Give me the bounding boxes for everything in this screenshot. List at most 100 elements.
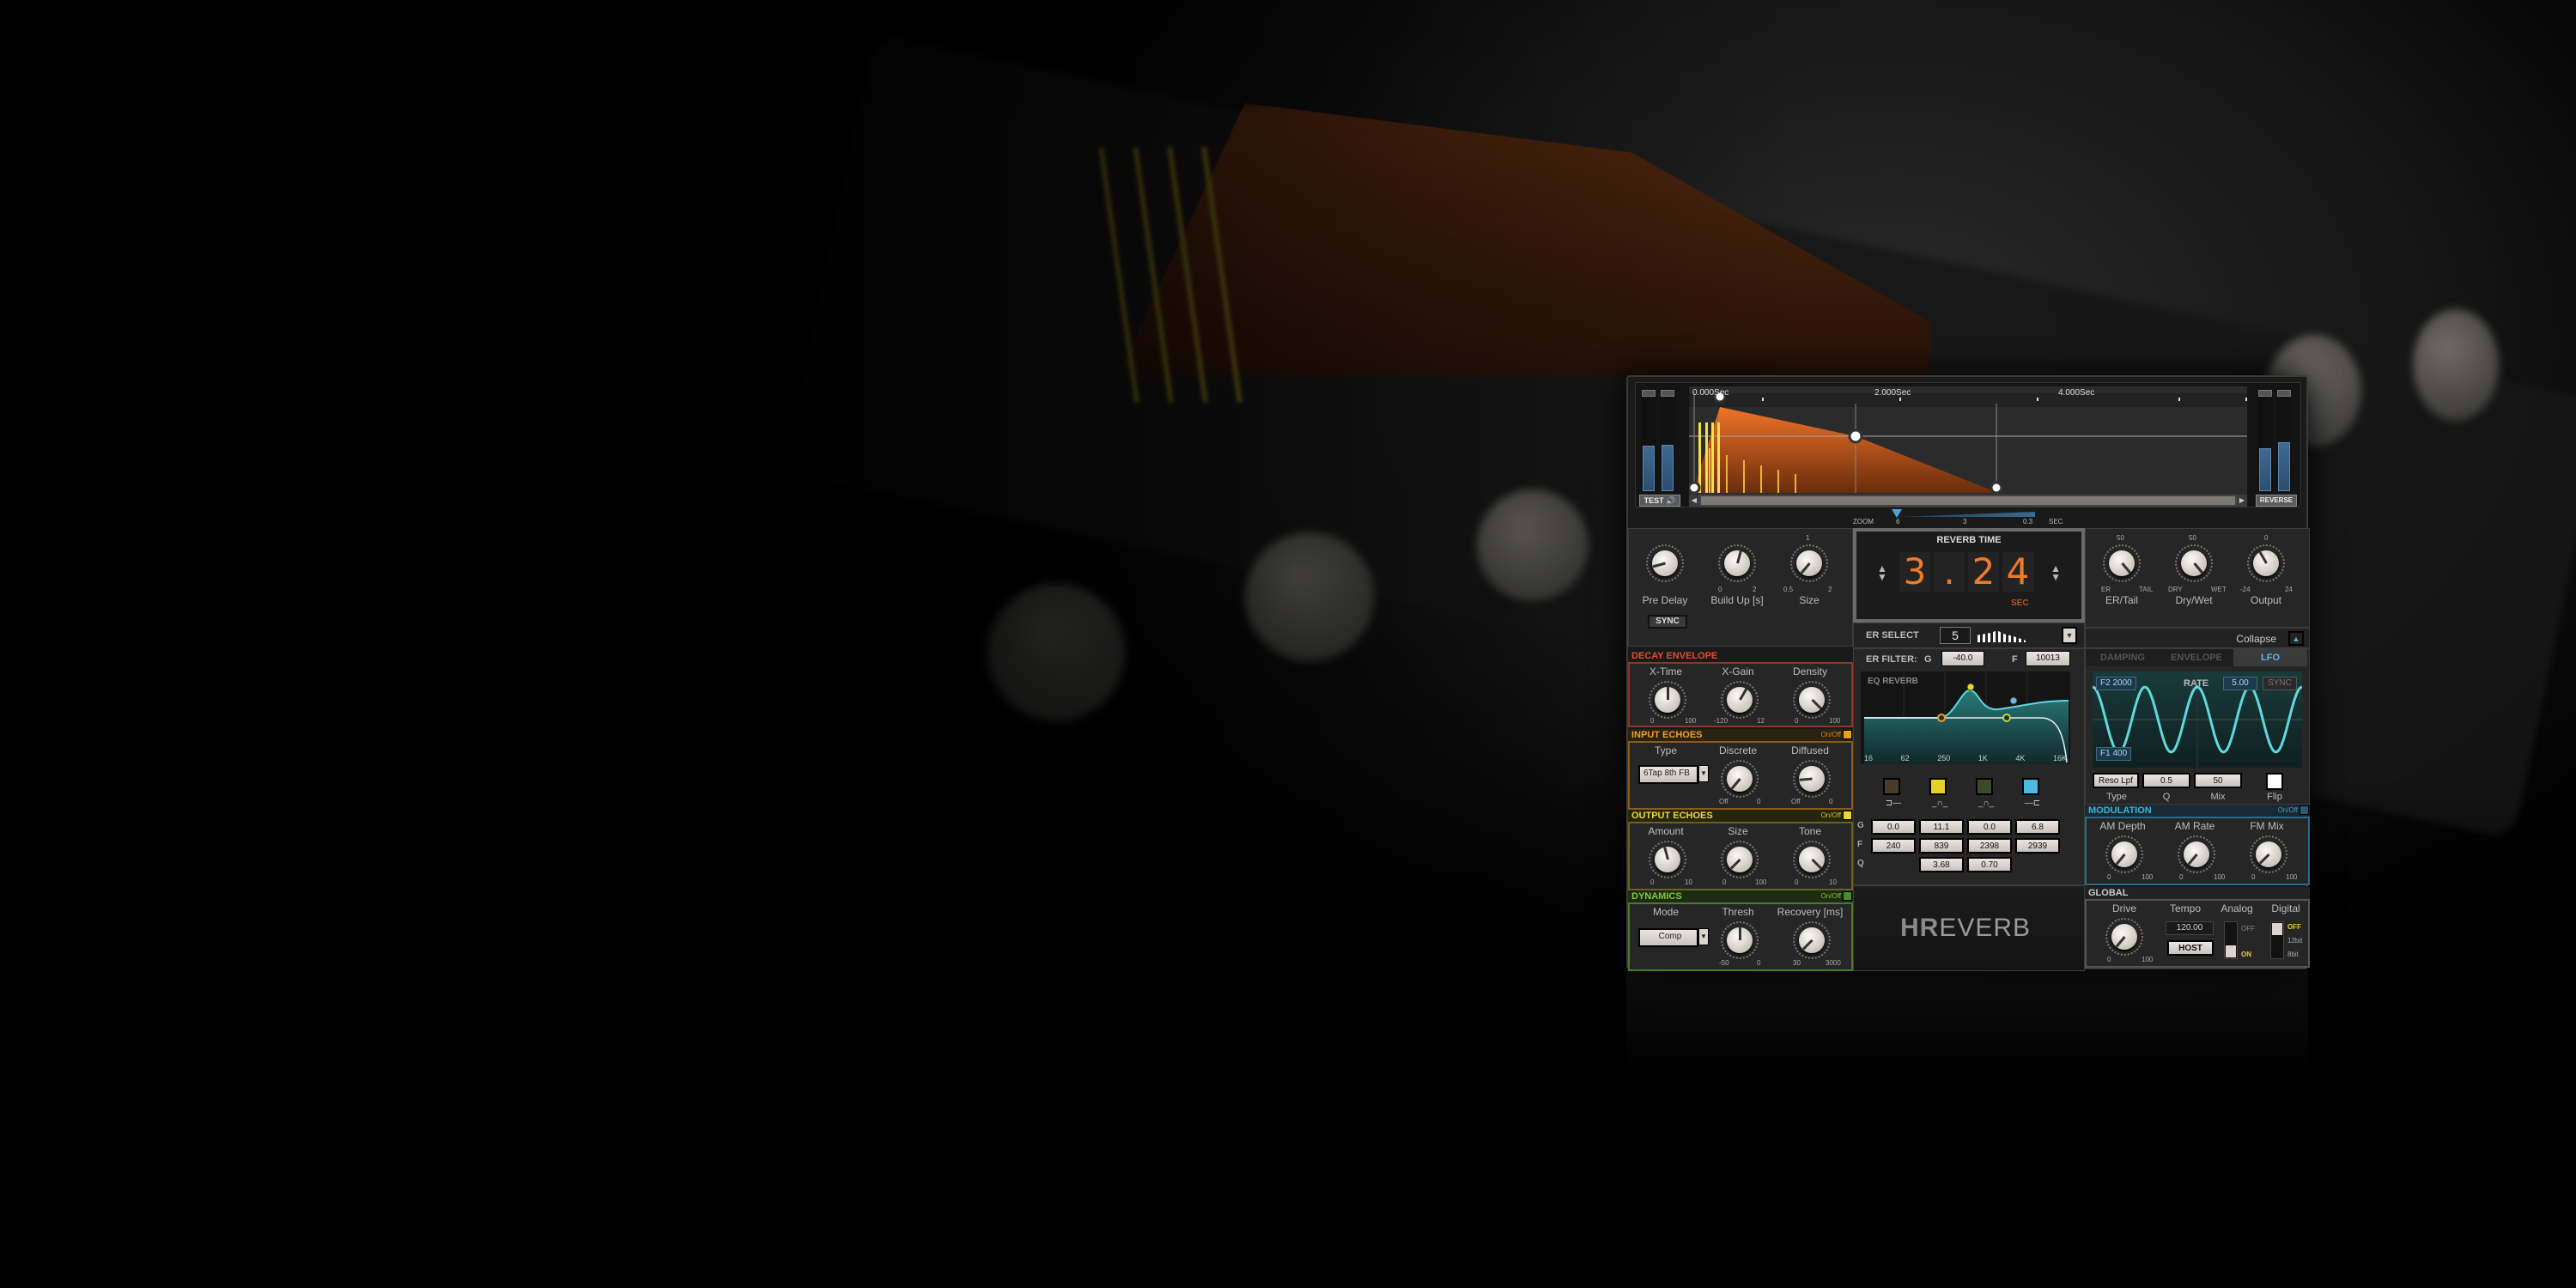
discrete-knob[interactable] [1721,760,1759,798]
tempo-field[interactable]: 120.00 [2166,921,2214,935]
collapse-button[interactable]: ▲ [2288,631,2304,646]
eq-band-3-freq[interactable]: 2398 [1967,838,2012,854]
input-echo-type-dropdown[interactable]: 6Tap 8th FB ▼ [1638,765,1709,784]
lfo-f2-field[interactable]: F2 2000 [2096,677,2136,690]
eq-band-4-select[interactable] [2022,778,2039,795]
reverse-button[interactable]: REVERSE [2256,495,2297,507]
reverb-time-right-arrows-icon[interactable]: ▲ ▼ [2050,563,2061,582]
eq-band-3-gain[interactable]: 0.0 [1967,819,2012,835]
clip-indicator[interactable] [2277,390,2291,397]
output-echoes-toggle[interactable] [1843,811,1852,820]
eq-band-2-handle [1966,683,1975,691]
clip-indicator[interactable] [1661,390,1674,397]
am-depth-knob[interactable] [2105,835,2143,873]
sync-button[interactable]: SYNC [1648,615,1687,629]
dynamics-mode-dropdown[interactable]: Comp ▼ [1638,928,1709,947]
scroll-right-arrow-icon[interactable]: ▶ [2237,495,2247,507]
dry-wet-knob[interactable] [2175,544,2213,582]
reverb-digit: 4 [2002,552,2033,592]
envelope-graph[interactable]: 0.000Sec 2.000Sec 4.000Sec [1689,386,2247,498]
eq-band-2-select[interactable] [1929,778,1947,795]
hreverb-plugin: 0.000Sec 2.000Sec 4.000Sec TEST 🔊 ◀ ▶ RE… [1626,375,2310,971]
tone-knob[interactable] [1793,841,1831,878]
scroll-thumb[interactable] [1701,496,2235,505]
eq-band-1-gain[interactable]: 0.0 [1871,819,1916,835]
eq-graph[interactable]: EQ REVERB 16 62 250 1K 4K 16K [1861,671,2070,764]
diffused-knob[interactable] [1793,760,1831,798]
lfo-mix-field[interactable]: 50 [2194,773,2242,788]
reverb-time-display[interactable]: REVERB TIME ▲ ▼ ▲ ▼ 3 . 2 4 SEC [1853,528,2085,623]
fm-mix-knob[interactable] [2250,835,2287,873]
lfo-sync-button[interactable]: SYNC [2263,677,2297,690]
chevron-down-icon[interactable]: ▼ [1698,765,1709,782]
eq-band-4-freq[interactable]: 2939 [2015,838,2060,854]
reverb-time-left-arrows-icon[interactable]: ▲ ▼ [1877,563,1887,582]
zoom-slider[interactable]: ZOOM 6 3 0.3 SEC [1853,509,2085,528]
eq-band-2-freq[interactable]: 839 [1919,838,1964,854]
modulation-tabs-panel: DAMPING ENVELOPE LFO F2 2000 RATE 5.00 S… [2085,648,2310,805]
global-section-wrap: GLOBAL Drive 0 100 Tempo 120.00 HOST Ana… [2085,887,2310,971]
er-select-dropdown-button[interactable]: ▼ [2062,627,2077,644]
er-tail-knob[interactable] [2103,544,2141,582]
output-meters [2256,388,2297,491]
chevron-down-icon[interactable]: ▼ [1698,928,1709,945]
er-select-value[interactable]: 5 [1940,627,1971,644]
decay-envelope-shape [1692,407,1998,493]
output-knob[interactable] [2247,544,2285,582]
eq-band-4-gain[interactable]: 6.8 [2015,819,2060,835]
clip-indicator[interactable] [2258,390,2272,397]
timeline-scrollbar[interactable]: ◀ ▶ [1689,495,2247,507]
reverb-digit: . [1934,552,1965,592]
recovery-knob[interactable] [1793,921,1831,959]
analog-switch[interactable] [2224,921,2238,959]
input-meters [1639,388,1680,491]
dynamics-section: Mode Thresh Recovery [ms] Comp ▼ -50 0 30… [1628,902,1853,971]
digital-switch[interactable] [2270,921,2284,959]
output-meter-left [2257,388,2273,491]
tab-envelope[interactable]: ENVELOPE [2160,649,2233,666]
peak-filter-icon: _∩_ [1931,799,1948,808]
echo-size-knob[interactable] [1721,841,1759,878]
lfo-rate-field[interactable]: 5.00 [2223,677,2257,690]
drive-knob[interactable] [2105,918,2143,956]
eq-band-2-q[interactable]: 3.68 [1919,857,1964,872]
x-gain-knob[interactable] [1721,681,1759,719]
eq-band-1-freq[interactable]: 240 [1871,838,1916,854]
clip-indicator[interactable] [1642,390,1656,397]
scroll-left-arrow-icon[interactable]: ◀ [1689,495,1699,507]
host-button[interactable]: HOST [2167,940,2214,956]
input-echoes-toggle[interactable] [1843,730,1852,739]
eq-band-3-select[interactable] [1976,778,1993,795]
lfo-graph[interactable]: F2 2000 RATE 5.00 SYNC F1 400 [2093,671,2302,768]
dynamics-toggle[interactable] [1843,891,1852,901]
am-rate-knob[interactable] [2178,835,2215,873]
tab-damping[interactable]: DAMPING [2086,649,2160,666]
modulation-section-wrap: MODULATION On/Off AM Depth AM Rate FM Mi… [2085,805,2310,887]
input-meter-left [1641,388,1656,491]
eq-band-2-gain[interactable]: 11.1 [1919,819,1964,835]
global-section: Drive 0 100 Tempo 120.00 HOST Analog OFF… [2085,899,2310,968]
zoom-handle[interactable] [1892,509,1902,518]
tab-lfo[interactable]: LFO [2233,649,2307,666]
er-filter-freq-field[interactable]: 10013 [2026,651,2070,666]
eq-band-3-q[interactable]: 0.70 [1967,857,2012,872]
density-knob[interactable] [1793,681,1831,719]
thresh-knob[interactable] [1721,921,1759,959]
collapse-row: Collapse ▲ [2085,628,2310,648]
amount-knob[interactable] [1649,841,1686,878]
lfo-type-field[interactable]: Reso Lpf [2093,773,2139,788]
low-shelf-icon: ⊐— [1885,799,1902,808]
lfo-f1-field[interactable]: F1 400 [2096,747,2132,761]
eq-band-3-handle [2002,714,2011,722]
pre-delay-knob[interactable] [1646,544,1684,582]
lfo-flip-checkbox[interactable] [2266,773,2283,790]
modulation-toggle[interactable] [2300,805,2309,815]
build-up-knob[interactable] [1718,544,1756,582]
x-time-knob[interactable] [1649,681,1686,719]
lfo-q-field[interactable]: 0.5 [2142,773,2190,788]
modulation-section: AM Depth AM Rate FM Mix 0 100 0 100 0 10… [2085,817,2310,885]
eq-band-1-select[interactable] [1883,778,1900,795]
er-filter-gain-field[interactable]: -40.0 [1941,651,1984,666]
test-button[interactable]: TEST 🔊 [1639,495,1680,507]
size-knob[interactable] [1790,544,1828,582]
